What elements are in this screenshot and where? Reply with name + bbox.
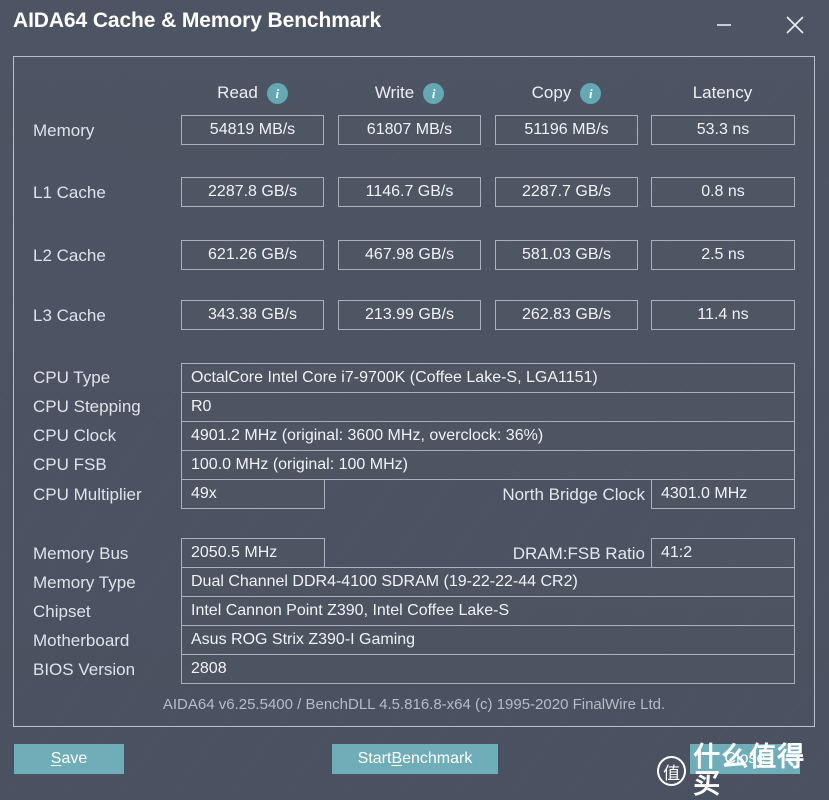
save-button[interactable]: Save bbox=[14, 744, 124, 774]
column-header-read: Read i bbox=[181, 80, 324, 106]
row-label-l3-cache: L3 Cache bbox=[33, 306, 106, 325]
start-label-pre: Start bbox=[357, 750, 392, 767]
cell-l3-latency: 11.4 ns bbox=[651, 300, 795, 330]
minimize-icon bbox=[717, 24, 731, 26]
cell-l1-write: 1146.7 GB/s bbox=[338, 177, 481, 207]
value-memory-bus: 2050.5 MHz bbox=[181, 538, 325, 568]
close-icon bbox=[786, 16, 804, 34]
title-bar: AIDA64 Cache & Memory Benchmark bbox=[0, 0, 829, 48]
value-cpu-stepping: R0 bbox=[181, 392, 795, 422]
cell-memory-latency: 53.3 ns bbox=[651, 115, 795, 145]
column-header-write: Write i bbox=[338, 80, 481, 106]
watermark-badge-icon: 值 bbox=[657, 756, 687, 786]
cell-l2-read: 621.26 GB/s bbox=[181, 240, 324, 270]
value-cpu-fsb: 100.0 MHz (original: 100 MHz) bbox=[181, 450, 795, 480]
cell-l3-copy: 262.83 GB/s bbox=[495, 300, 638, 330]
value-motherboard: Asus ROG Strix Z390-I Gaming bbox=[181, 625, 795, 655]
info-icon-read[interactable]: i bbox=[266, 82, 288, 104]
label-cpu-type: CPU Type bbox=[33, 368, 111, 387]
cell-memory-read: 54819 MB/s bbox=[181, 115, 324, 145]
cell-l3-read: 343.38 GB/s bbox=[181, 300, 324, 330]
cell-l1-copy: 2287.7 GB/s bbox=[495, 177, 638, 207]
value-cpu-type: OctalCore Intel Core i7-9700K (Coffee La… bbox=[181, 363, 795, 393]
cell-memory-copy: 51196 MB/s bbox=[495, 115, 638, 145]
cell-l2-write: 467.98 GB/s bbox=[338, 240, 481, 270]
cell-l2-latency: 2.5 ns bbox=[651, 240, 795, 270]
close-button[interactable]: Close bbox=[690, 744, 800, 774]
cell-l3-write: 213.99 GB/s bbox=[338, 300, 481, 330]
cell-l2-copy: 581.03 GB/s bbox=[495, 240, 638, 270]
save-label-post: ave bbox=[61, 750, 88, 767]
column-header-latency: Latency bbox=[651, 80, 794, 106]
cell-memory-write: 61807 MB/s bbox=[338, 115, 481, 145]
value-cpu-multiplier: 49x bbox=[181, 479, 325, 509]
label-memory-type: Memory Type bbox=[33, 573, 136, 592]
label-memory-bus: Memory Bus bbox=[33, 544, 129, 563]
value-memory-type: Dual Channel DDR4-4100 SDRAM (19-22-22-4… bbox=[181, 567, 795, 597]
start-benchmark-button[interactable]: Start Benchmark bbox=[332, 744, 498, 774]
minimize-button[interactable] bbox=[706, 6, 742, 42]
value-north-bridge-clock: 4301.0 MHz bbox=[651, 479, 795, 509]
row-label-l2-cache: L2 Cache bbox=[33, 246, 106, 265]
info-icon-copy[interactable]: i bbox=[580, 82, 602, 104]
label-motherboard: Motherboard bbox=[33, 631, 130, 650]
row-label-memory: Memory bbox=[33, 121, 95, 140]
cell-l1-latency: 0.8 ns bbox=[651, 177, 795, 207]
column-header-write-label: Write bbox=[374, 83, 415, 102]
start-label-post: enchmark bbox=[402, 750, 473, 767]
value-bios-version: 2808 bbox=[181, 654, 795, 684]
label-cpu-multiplier: CPU Multiplier bbox=[33, 485, 142, 504]
window-title: AIDA64 Cache & Memory Benchmark bbox=[13, 9, 382, 32]
start-accel: B bbox=[391, 750, 403, 767]
label-chipset: Chipset bbox=[33, 602, 91, 621]
close-window-button[interactable] bbox=[777, 6, 813, 42]
version-text: AIDA64 v6.25.5400 / BenchDLL 4.5.816.8-x… bbox=[162, 696, 666, 713]
value-cpu-clock: 4901.2 MHz (original: 3600 MHz, overcloc… bbox=[181, 421, 795, 451]
column-header-copy: Copy i bbox=[495, 80, 638, 106]
info-icon-write[interactable]: i bbox=[423, 82, 445, 104]
cell-l1-read: 2287.8 GB/s bbox=[181, 177, 324, 207]
column-header-latency-label: Latency bbox=[692, 83, 753, 102]
label-cpu-clock: CPU Clock bbox=[33, 426, 117, 445]
column-header-read-label: Read bbox=[217, 83, 258, 102]
save-accel: S bbox=[50, 750, 62, 767]
label-cpu-stepping: CPU Stepping bbox=[33, 397, 141, 416]
row-label-l1-cache: L1 Cache bbox=[33, 183, 106, 202]
label-bios-version: BIOS Version bbox=[33, 660, 136, 679]
label-dram-fsb-ratio: DRAM:FSB Ratio bbox=[512, 544, 645, 563]
label-north-bridge-clock: North Bridge Clock bbox=[502, 485, 645, 504]
label-cpu-fsb: CPU FSB bbox=[33, 455, 107, 474]
column-header-copy-label: Copy bbox=[531, 83, 572, 102]
value-dram-fsb-ratio: 41:2 bbox=[651, 538, 795, 568]
value-chipset: Intel Cannon Point Z390, Intel Coffee La… bbox=[181, 596, 795, 626]
